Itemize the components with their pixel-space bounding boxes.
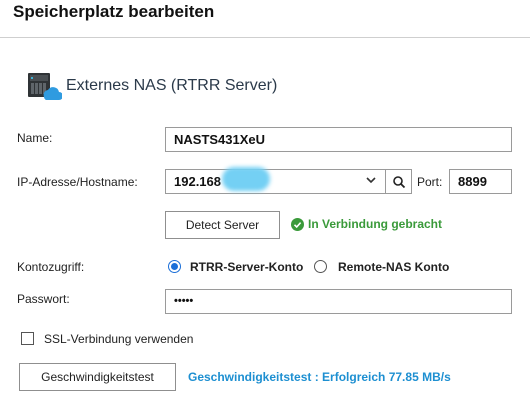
title-divider [0,37,530,38]
ip-label: IP-Adresse/Hostname: [17,175,138,189]
redacted-ip-mask [222,167,270,191]
search-button[interactable] [385,169,412,194]
port-input[interactable]: 8899 [449,169,512,194]
name-input[interactable]: NASTS431XeU [165,127,512,152]
chevron-down-icon[interactable] [365,174,377,186]
connection-status-text: In Verbindung gebracht [308,217,443,231]
radio-remote-nas-account-label: Remote-NAS Konto [338,260,450,274]
ip-hostname-select[interactable]: 192.168 [165,169,386,194]
check-circle-icon [291,217,304,231]
connection-status: In Verbindung gebracht [291,217,442,231]
ssl-checkbox-label: SSL-Verbindung verwenden [44,332,194,346]
password-input[interactable]: ••••• [165,289,512,314]
speed-test-button[interactable]: Geschwindigkeitstest [19,363,176,391]
speed-test-result: Geschwindigkeitstest : Erfolgreich 77.85… [188,370,451,384]
section-title: Externes NAS (RTRR Server) [66,77,278,94]
account-access-label: Kontozugriff: [17,260,85,274]
name-label: Name: [17,131,53,145]
radio-rtrr-server-account-label: RTRR-Server-Konto [190,260,304,274]
dialog-title: Speicherplatz bearbeiten [13,2,215,21]
ssl-checkbox[interactable] [21,332,34,345]
port-label: Port: [417,175,443,189]
radio-remote-nas-account[interactable] [314,260,327,273]
password-label: Passwort: [17,292,70,306]
detect-server-button[interactable]: Detect Server [165,211,280,239]
nas-server-cloud-icon [28,73,62,100]
radio-rtrr-server-account[interactable] [168,260,181,273]
search-icon [392,175,405,188]
